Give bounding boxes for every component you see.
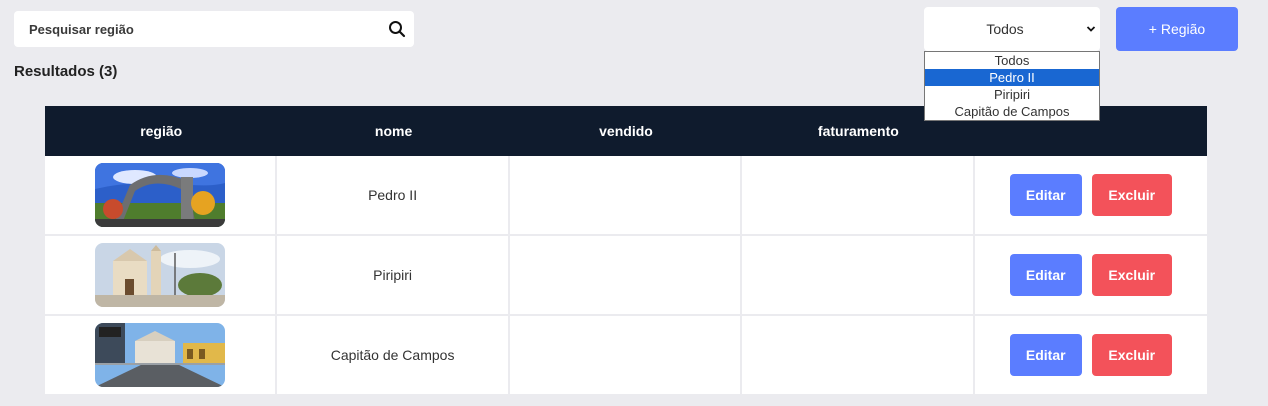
region-photo (95, 323, 226, 387)
header-nome: nome (374, 123, 413, 139)
region-photo (95, 243, 226, 307)
table-row: Pedro II Editar Excluir (45, 156, 1207, 236)
option-capitao-de-campos[interactable]: Capitão de Campos (925, 103, 1099, 120)
delete-button[interactable]: Excluir (1091, 254, 1172, 296)
option-pedro-ii[interactable]: Pedro II (925, 69, 1099, 86)
add-region-button[interactable]: + Região (1116, 7, 1238, 51)
edit-button[interactable]: Editar (1009, 174, 1082, 216)
chevron-down-icon (1086, 26, 1096, 32)
table-row: Piripiri Editar Excluir (45, 236, 1207, 316)
search-icon[interactable] (388, 20, 406, 38)
region-filter-select[interactable]: Todos (924, 7, 1100, 51)
cell-nome: Piripiri (277, 236, 510, 314)
cell-faturamento (742, 316, 975, 394)
edit-button[interactable]: Editar (1009, 334, 1082, 376)
cell-actions: Editar Excluir (975, 236, 1207, 314)
cell-vendido (510, 236, 743, 314)
header-vendido: vendido (599, 123, 653, 139)
cell-regiao (45, 316, 278, 394)
region-filter-value: Todos (986, 21, 1024, 37)
option-todos[interactable]: Todos (925, 52, 1099, 69)
cell-nome: Pedro II (277, 156, 510, 234)
edit-button[interactable]: Editar (1009, 254, 1082, 296)
cell-regiao (45, 156, 278, 234)
cell-vendido (510, 156, 743, 234)
delete-button[interactable]: Excluir (1091, 174, 1172, 216)
cell-regiao (45, 236, 278, 314)
cell-faturamento (742, 236, 975, 314)
search-box[interactable] (14, 11, 414, 47)
header-regiao: região (140, 123, 183, 139)
cell-faturamento (742, 156, 975, 234)
delete-button[interactable]: Excluir (1091, 334, 1172, 376)
cell-actions: Editar Excluir (975, 316, 1207, 394)
cell-nome: Capitão de Campos (277, 316, 510, 394)
option-piripiri[interactable]: Piripiri (925, 86, 1099, 103)
results-count: Resultados (3) (14, 63, 118, 80)
cell-vendido (510, 316, 743, 394)
cell-actions: Editar Excluir (975, 156, 1207, 234)
region-filter-dropdown: Todos Pedro II Piripiri Capitão de Campo… (924, 51, 1100, 121)
regions-table: região nome vendido faturamento Pedro II (45, 106, 1207, 396)
search-input[interactable] (14, 11, 374, 47)
table-row: Capitão de Campos Editar Excluir (45, 316, 1207, 396)
region-photo (95, 163, 226, 227)
